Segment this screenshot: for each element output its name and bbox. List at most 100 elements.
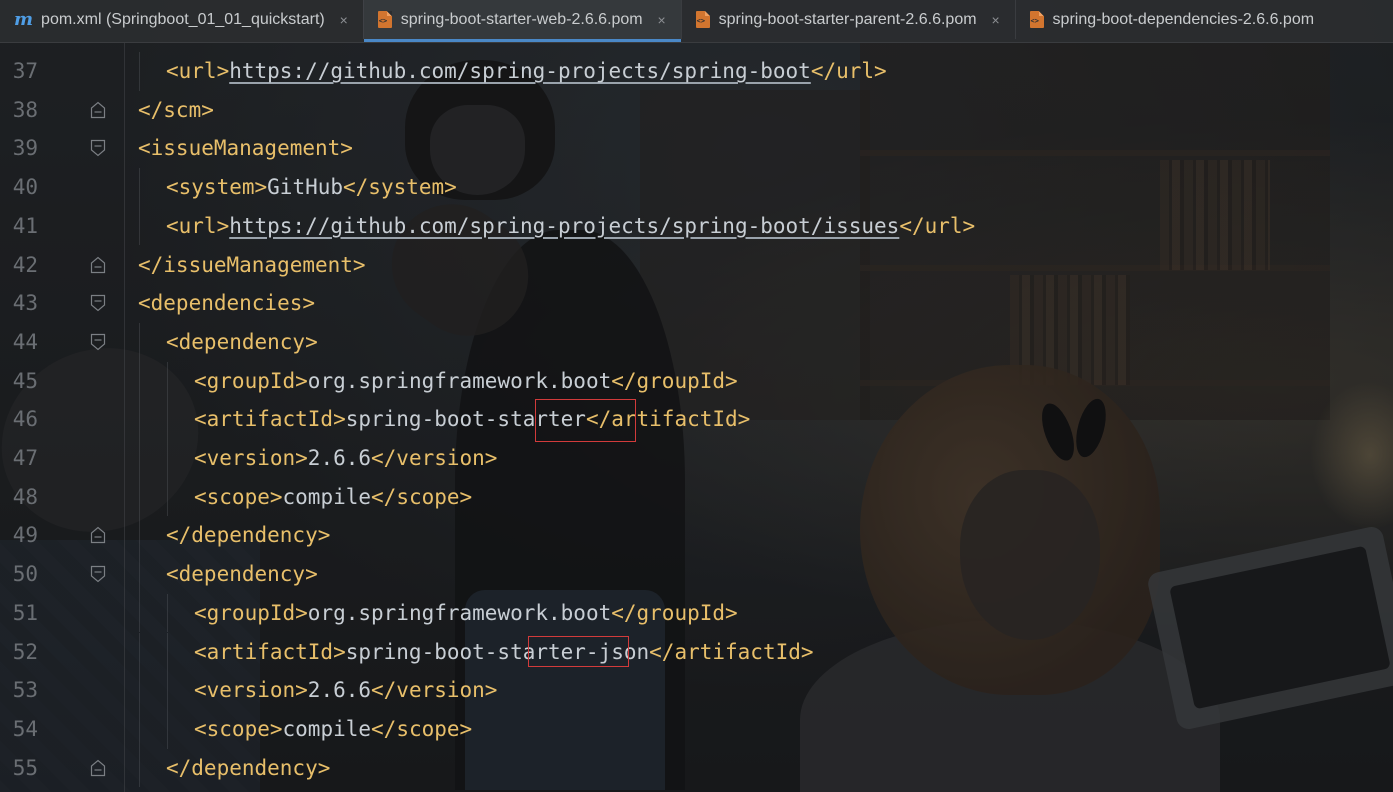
url-link[interactable]: https://github.com/spring-projects/sprin…	[229, 59, 811, 83]
close-icon[interactable]: ×	[655, 12, 669, 28]
code-line[interactable]: 37 <url>https://github.com/spring-projec…	[0, 52, 1393, 91]
tab-label: spring-boot-starter-web-2.6.6.pom	[400, 10, 643, 28]
xml-tag: <version>	[194, 678, 308, 703]
line-number: 39	[12, 136, 38, 161]
fold-start-icon[interactable]	[90, 565, 106, 583]
code-line[interactable]: 49 </dependency>	[0, 516, 1393, 556]
xml-tag: </issueManagement>	[138, 252, 366, 277]
indent-guide	[139, 168, 140, 207]
code-line[interactable]: 46 <artifactId>spring-boot-starter</arti…	[0, 400, 1393, 439]
code-text: <scope>compile</scope>	[194, 710, 472, 748]
xml-value: GitHub	[267, 175, 344, 200]
code-text: <url>https://github.com/spring-projects/…	[166, 52, 887, 90]
indent-guide	[139, 206, 140, 246]
line-number: 49	[12, 523, 38, 548]
code-editor[interactable]: 37 <url>https://github.com/spring-projec…	[0, 42, 1393, 792]
ide-window: m pom.xml (Springboot_01_01_quickstart) …	[0, 0, 1393, 792]
code-text: <artifactId>spring-boot-starter</artifac…	[194, 400, 750, 438]
code-text: <artifactId>spring-boot-starter-json</ar…	[194, 633, 814, 671]
code-text: </issueManagement>	[138, 246, 366, 284]
indent-guide	[139, 748, 140, 788]
xml-tag: <scope>	[194, 716, 283, 741]
code-line[interactable]: 41 <url>https://github.com/spring-projec…	[0, 206, 1393, 246]
line-number: 53	[12, 678, 38, 703]
code-line[interactable]: 42 </issueManagement>	[0, 246, 1393, 285]
code-text: </dependency>	[166, 516, 330, 554]
code-line[interactable]: 50 <dependency>	[0, 555, 1393, 594]
tab-spring-boot-starter-web[interactable]: spring-boot-starter-web-2.6.6.pom ×	[362, 0, 681, 42]
code-text: <system>GitHub</system>	[166, 168, 457, 206]
xml-value: spring-boot-starter-json	[345, 639, 650, 664]
indent-guide	[167, 593, 168, 633]
fold-start-icon[interactable]	[90, 139, 106, 157]
code-line[interactable]: 47 <version>2.6.6</version>	[0, 439, 1393, 478]
xml-tag: <version>	[194, 446, 308, 470]
indent-guide	[167, 477, 168, 517]
fold-end-icon[interactable]	[90, 101, 106, 119]
xml-value: org.springframework.boot	[307, 600, 612, 625]
xml-tag: <artifactId>	[194, 407, 346, 432]
xml-file-icon	[377, 11, 392, 28]
xml-tag: <dependency>	[166, 329, 318, 354]
xml-tag: </artifactId>	[649, 639, 814, 664]
indent-guide	[167, 632, 168, 672]
line-number: 52	[12, 639, 38, 664]
url-link[interactable]: https://github.com/spring-projects/sprin…	[229, 214, 899, 238]
line-number: 48	[12, 484, 38, 509]
xml-tag: </artifactId>	[585, 407, 751, 432]
xml-value: compile	[282, 716, 372, 741]
fold-start-icon[interactable]	[90, 294, 106, 312]
xml-file-icon	[1029, 11, 1044, 28]
xml-value: 2.6.6	[307, 678, 372, 703]
fold-start-icon[interactable]	[90, 333, 106, 351]
indent-guide	[139, 632, 140, 672]
code-line[interactable]: 38 </scm>	[0, 91, 1393, 130]
indent-guide	[139, 400, 140, 439]
indent-guide	[139, 52, 140, 91]
xml-tag: </scope>	[371, 484, 473, 509]
tab-pom-xml[interactable]: m pom.xml (Springboot_01_01_quickstart) …	[0, 0, 363, 39]
xml-tag: </groupId>	[611, 368, 738, 393]
close-icon[interactable]: ×	[989, 12, 1003, 28]
code-line[interactable]: 39 <issueManagement>	[0, 129, 1393, 168]
code-line[interactable]: 53 <version>2.6.6</version>	[0, 671, 1393, 710]
code-text: </dependency>	[166, 749, 330, 787]
indent-guide	[139, 361, 140, 401]
code-line[interactable]: 48 <scope>compile</scope>	[0, 477, 1393, 517]
fold-end-icon[interactable]	[90, 256, 106, 274]
code-line[interactable]: 45 <groupId>org.springframework.boot</gr…	[0, 361, 1393, 401]
indent-guide	[139, 439, 140, 478]
xml-tag: </dependency>	[166, 523, 331, 548]
code-line[interactable]: 54 <scope>compile</scope>	[0, 709, 1393, 749]
code-line[interactable]: 55 </dependency>	[0, 748, 1393, 788]
code-line[interactable]: 44 <dependency>	[0, 322, 1393, 362]
line-number: 42	[12, 252, 38, 277]
tab-spring-boot-dependencies[interactable]: spring-boot-dependencies-2.6.6.pom	[1014, 0, 1345, 39]
line-number: 43	[12, 291, 38, 316]
code-text: <groupId>org.springframework.boot</group…	[194, 362, 738, 400]
xml-tag: </scope>	[371, 716, 473, 741]
tab-label: spring-boot-dependencies-2.6.6.pom	[1052, 10, 1315, 28]
code-line[interactable]: 52 <artifactId>spring-boot-starter-json<…	[0, 632, 1393, 672]
line-number: 50	[12, 562, 38, 587]
tab-spring-boot-starter-parent[interactable]: spring-boot-starter-parent-2.6.6.pom ×	[680, 0, 1015, 39]
code-text: <groupId>org.springframework.boot</group…	[194, 594, 738, 632]
code-line[interactable]: 51 <groupId>org.springframework.boot</gr…	[0, 593, 1393, 633]
indent-guide	[139, 516, 140, 556]
indent-guide	[139, 477, 140, 517]
close-icon[interactable]: ×	[337, 12, 351, 28]
code-line[interactable]: 40 <system>GitHub</system>	[0, 168, 1393, 207]
xml-value: spring-boot-starter	[345, 407, 586, 432]
xml-tag: <dependency>	[166, 562, 318, 587]
indent-guide	[167, 671, 168, 710]
line-number: 51	[12, 600, 38, 625]
code-text: <dependency>	[166, 323, 318, 361]
code-line[interactable]: 43 <dependencies>	[0, 284, 1393, 323]
fold-end-icon[interactable]	[90, 526, 106, 544]
fold-end-icon[interactable]	[90, 759, 106, 777]
xml-value: 2.6.6	[307, 446, 372, 470]
indent-guide	[139, 671, 140, 710]
indent-guide	[167, 400, 168, 439]
code-text: <dependencies>	[138, 284, 315, 322]
indent-guide	[167, 439, 168, 478]
